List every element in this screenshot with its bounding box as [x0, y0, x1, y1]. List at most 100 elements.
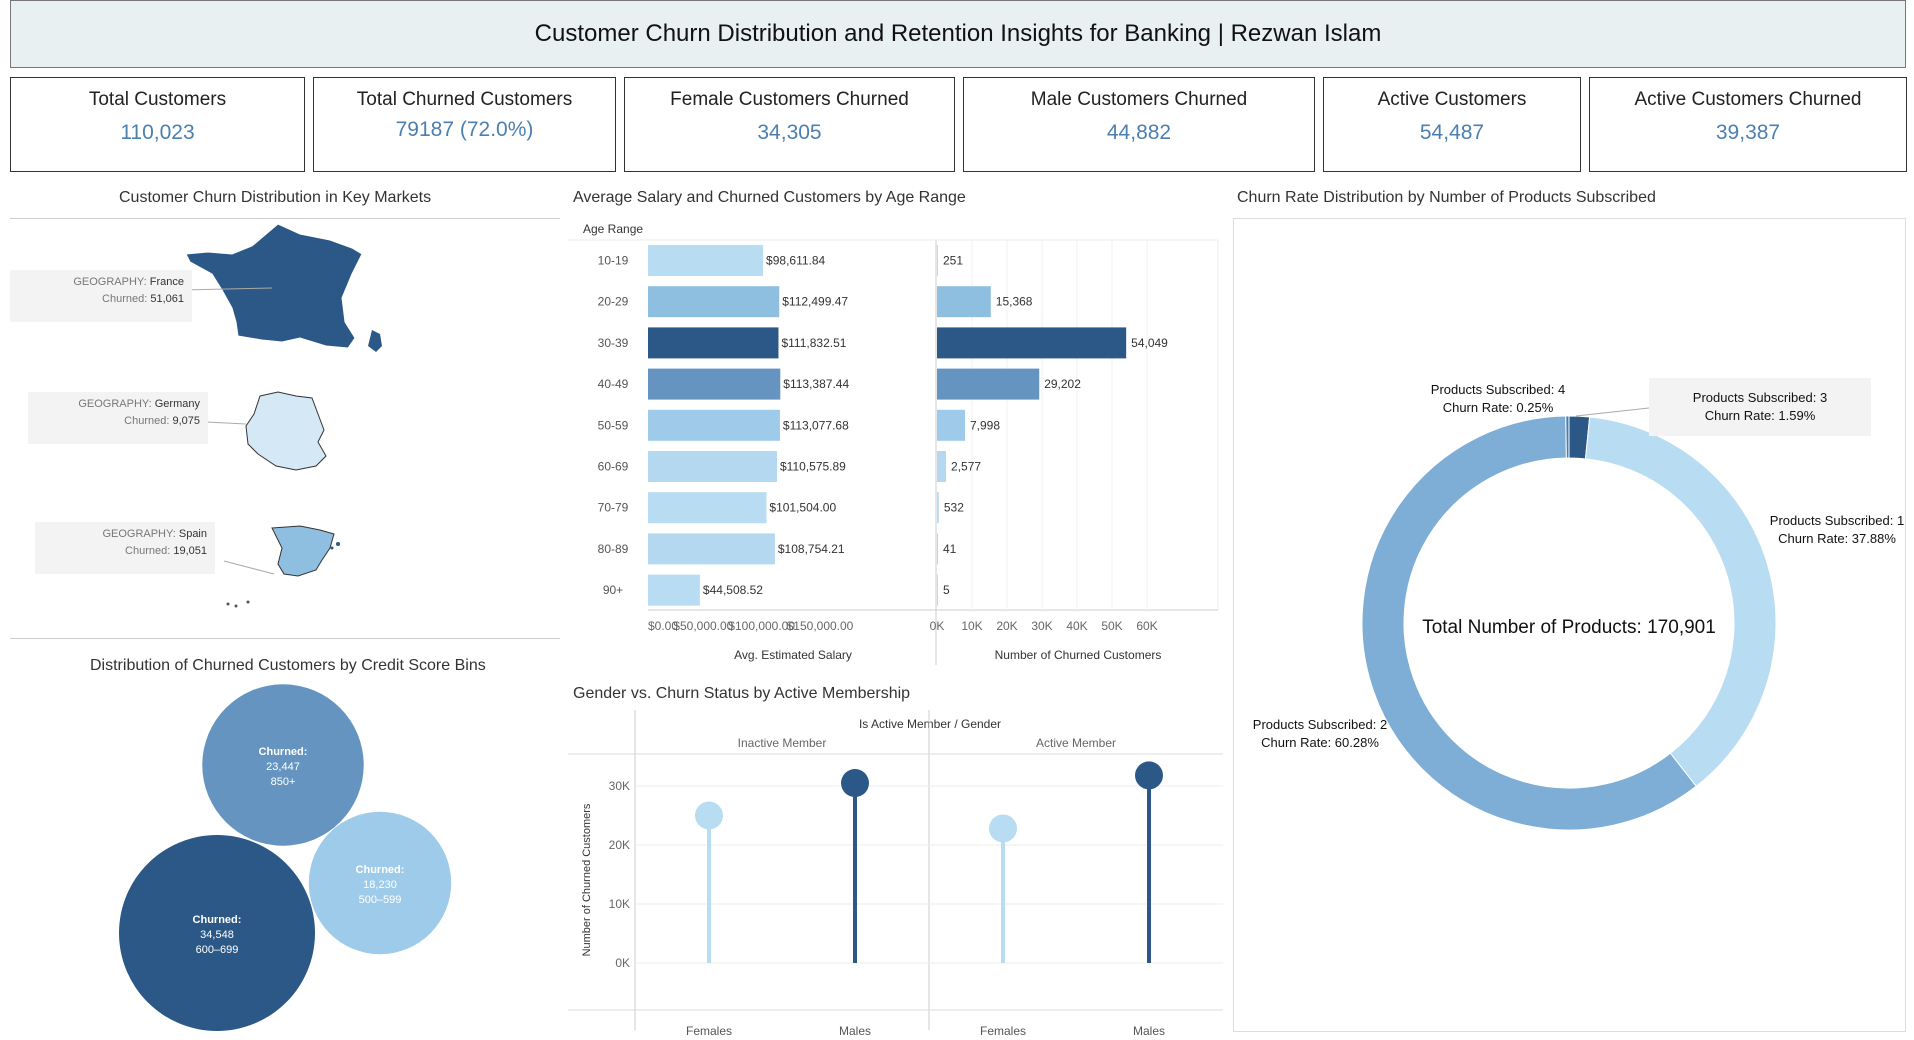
count-axis-title: Number of Churned Customers	[995, 648, 1162, 662]
panel-label: Active Member	[1036, 736, 1116, 750]
count-label: 532	[944, 501, 964, 515]
age-range-label: 20-29	[598, 295, 629, 309]
count-tick: 20K	[996, 619, 1017, 633]
count-tick: 0K	[930, 619, 945, 633]
bubble-label: Churned:	[259, 746, 308, 758]
y-tick: 30K	[609, 779, 630, 793]
kpi-value: 44,882	[1106, 121, 1172, 144]
map-region-corsica	[368, 330, 382, 352]
donut-slice-products-4	[1565, 415, 1570, 459]
age-range-label: 60-69	[598, 460, 629, 474]
kpi-total-customers: Total Customers 110,023	[10, 77, 305, 172]
kpi-female-churned: Female Customers Churned 34,305	[624, 77, 955, 172]
count-label: 29,202	[1044, 377, 1081, 391]
bubble-bin: 850+	[271, 776, 296, 788]
divider	[10, 638, 560, 639]
bubble-bin: 600–699	[196, 944, 239, 956]
count-label: 54,049	[1131, 336, 1168, 350]
slice-rate-3: Churn Rate: 1.59%	[1705, 408, 1816, 423]
donut-center-label: Total Number of Products: 170,901	[1422, 617, 1716, 638]
dashboard-title-bar: Customer Churn Distribution and Retentio…	[10, 0, 1906, 68]
map-region-france[interactable]	[185, 223, 363, 349]
kpi-value: 79187 (72.0%)	[395, 118, 534, 141]
bubble-value: 23,447	[266, 761, 300, 773]
age-range-label: 50-59	[598, 418, 629, 432]
tooltip-germany: GEOGRAPHY: Germany Churned: 9,075	[28, 392, 208, 444]
age-range-label: 40-49	[598, 377, 629, 391]
gender-chart-title: Gender vs. Churn Status by Active Member…	[573, 685, 911, 702]
slice-label-box-3	[1649, 378, 1871, 436]
count-label: 41	[943, 542, 957, 556]
kpi-label: Male Customers Churned	[1030, 89, 1248, 110]
row-header: Age Range	[583, 222, 643, 236]
age-range-label: 10-19	[598, 254, 629, 268]
slice-label-2: Products Subscribed: 2	[1253, 717, 1387, 732]
y-axis-title: Number of Churned Customers	[581, 803, 593, 956]
count-tick: 50K	[1101, 619, 1122, 633]
bubble-value: 18,230	[363, 879, 397, 891]
bubble-value: 34,548	[200, 929, 234, 941]
kpi-male-churned: Male Customers Churned 44,882	[963, 77, 1315, 172]
salary-bar	[648, 368, 781, 400]
count-bar	[937, 327, 1127, 359]
count-bar	[937, 533, 938, 565]
tooltip-france: GEOGRAPHY: France Churned: 51,061	[10, 270, 192, 322]
y-tick: 20K	[609, 838, 630, 852]
kpi-value: 39,387	[1715, 121, 1781, 144]
count-bar	[937, 368, 1040, 400]
gender-label: Females	[980, 1024, 1026, 1038]
kpi-value: 110,023	[120, 121, 195, 144]
count-bar	[937, 286, 991, 318]
kpi-value: 54,487	[1419, 121, 1485, 144]
salary-bar	[648, 451, 778, 482]
slice-label-1: Products Subscribed: 1	[1770, 513, 1904, 528]
count-tick: 40K	[1066, 619, 1087, 633]
kpi-label: Active Customers Churned	[1634, 89, 1862, 110]
salary-bar	[648, 286, 780, 318]
salary-label: $113,077.68	[783, 418, 849, 432]
kpi-label: Total Customers	[88, 89, 227, 110]
count-bar	[937, 492, 939, 524]
salary-bar	[648, 492, 767, 524]
age-range-label: 30-39	[598, 336, 629, 350]
slice-rate-2: Churn Rate: 60.28%	[1261, 735, 1379, 750]
kpi-label: Female Customers Churned	[670, 89, 909, 110]
salary-bar	[648, 533, 775, 565]
bubble-label: Churned:	[193, 914, 242, 926]
kpi-active-churned: Active Customers Churned 39,387	[1589, 77, 1907, 172]
salary-bar	[648, 327, 779, 359]
salary-label: $98,611.84	[766, 254, 825, 268]
slice-label-3: Products Subscribed: 3	[1693, 390, 1827, 405]
lollipop-head	[989, 814, 1017, 843]
salary-bar	[648, 245, 764, 276]
panel-label: Inactive Member	[738, 736, 827, 750]
salary-bar	[648, 409, 780, 441]
count-bar	[937, 245, 938, 276]
salary-label: $110,575.89	[780, 460, 846, 474]
map-region-germany[interactable]	[245, 391, 327, 471]
lollipop-head	[1135, 761, 1163, 790]
slice-rate-4: Churn Rate: 0.25%	[1443, 400, 1554, 415]
age-range-label: 70-79	[598, 501, 629, 515]
gender-label: Males	[839, 1024, 871, 1038]
kpi-active-customers: Active Customers 54,487	[1323, 77, 1581, 172]
y-tick: 0K	[615, 956, 630, 970]
bubble-bin: 500–599	[359, 894, 402, 906]
salary-tick: $100,000.00	[728, 619, 795, 633]
salary-bar	[648, 574, 700, 606]
salary-label: $44,508.52	[703, 583, 763, 597]
gender-label: Males	[1133, 1024, 1165, 1038]
lollipop-head	[841, 769, 869, 798]
facet-header: Is Active Member / Gender	[859, 717, 1001, 731]
gender-lollipop-chart: Is Active Member / Gender 0K 10K 20K 30K Numb…	[568, 710, 1223, 1038]
age-range-label: 80-89	[598, 542, 629, 556]
salary-label: $101,504.00	[769, 501, 836, 515]
age-range-label: 90+	[603, 583, 623, 597]
count-label: 7,998	[970, 418, 1000, 432]
count-tick: 30K	[1031, 619, 1052, 633]
salary-tick: $50,000.00	[673, 619, 733, 633]
credit-score-bubble-chart: Churned: 23,447 850+ Churned: 18,230 500–599 C…	[119, 684, 452, 1031]
map-region-spain[interactable]	[271, 525, 335, 577]
bubble-chart-title: Distribution of Churned Customers by Cre…	[90, 657, 486, 674]
count-label: 15,368	[996, 295, 1033, 309]
